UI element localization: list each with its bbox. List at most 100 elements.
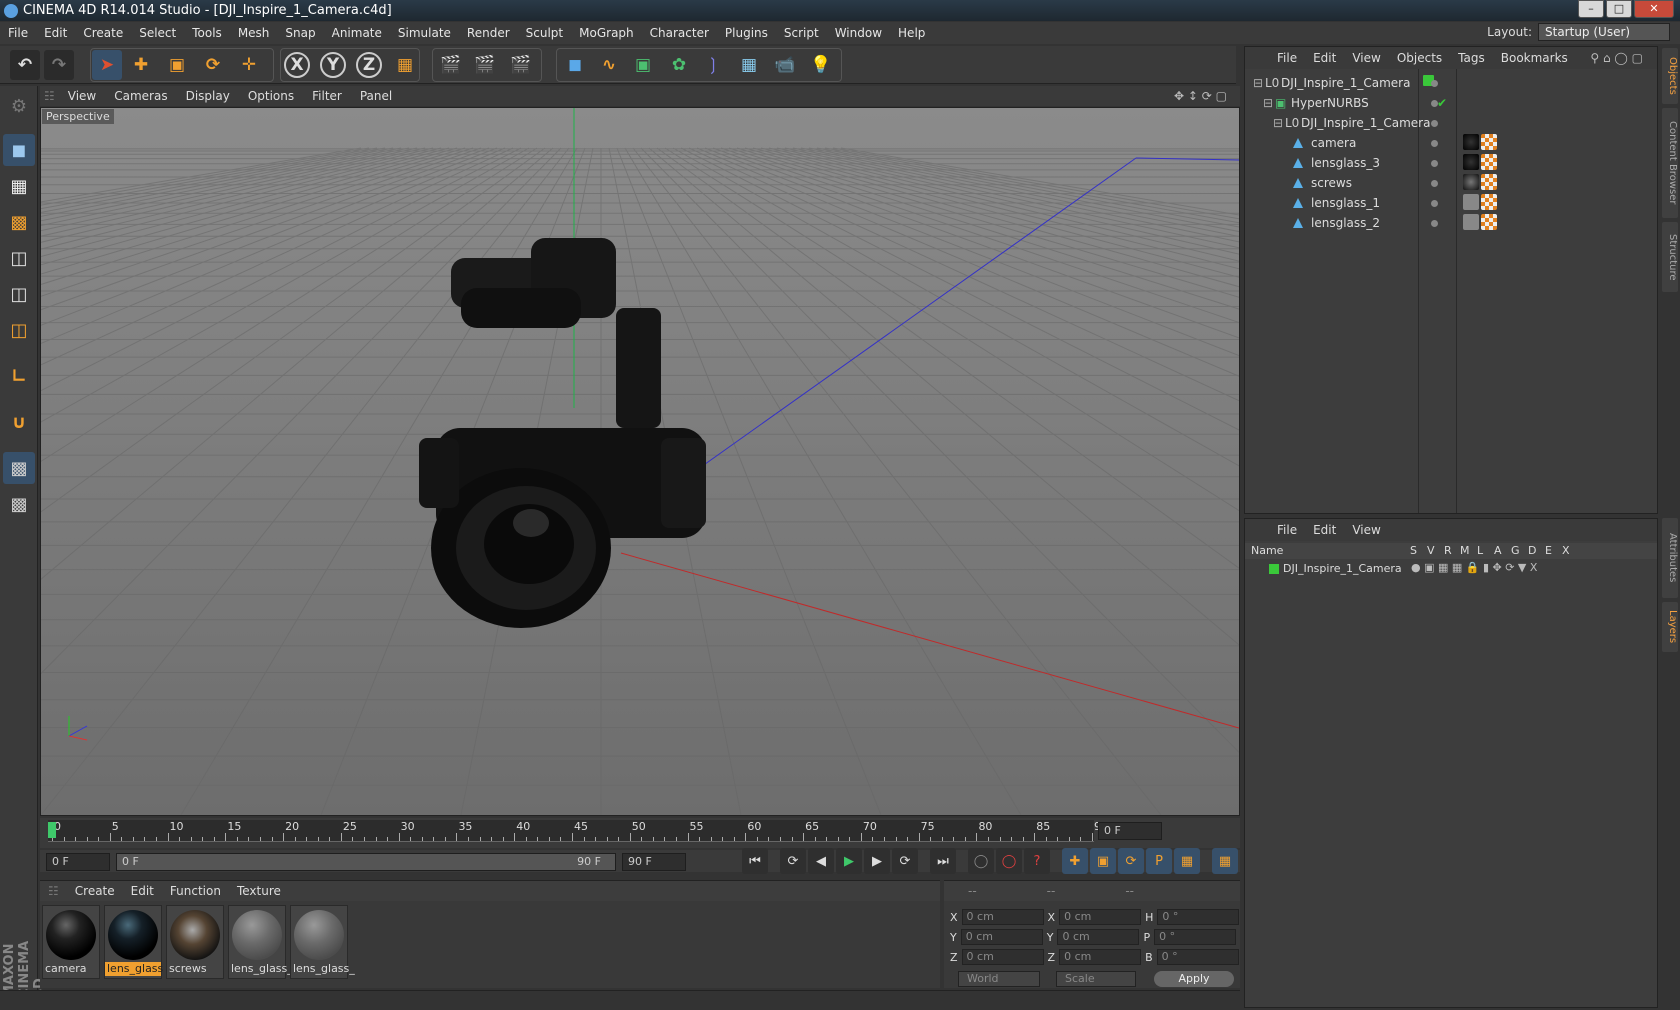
tab-objects[interactable]: Objects xyxy=(1662,48,1678,104)
z-axis-lock-icon[interactable]: Z xyxy=(356,52,382,78)
object-row[interactable]: lensglass_1 xyxy=(1245,193,1657,213)
menu-tools[interactable]: Tools xyxy=(184,26,230,40)
visibility-dot-icon[interactable] xyxy=(1431,200,1438,207)
object-row[interactable]: ⊟ L0 DJI_Inspire_1_Camera xyxy=(1245,113,1657,133)
edges-mode-icon[interactable]: ◫ xyxy=(3,278,35,310)
object-row[interactable]: lensglass_2 xyxy=(1245,213,1657,233)
minimize-button[interactable]: – xyxy=(1578,0,1604,18)
coordinate-system-icon[interactable]: ▦ xyxy=(390,50,420,80)
go-to-start-icon[interactable]: ⏮ xyxy=(742,848,768,874)
coord-mode-dropdown[interactable]: World xyxy=(958,971,1040,987)
menu-edit[interactable]: Edit xyxy=(36,26,75,40)
floor-scene-icon[interactable]: ▦ xyxy=(734,50,764,80)
key-parameter-icon[interactable]: P xyxy=(1146,848,1172,874)
texture-tag[interactable] xyxy=(1481,174,1497,190)
range-slider[interactable]: 0 F 90 F xyxy=(116,853,616,871)
keyframe-selection-icon[interactable]: ? xyxy=(1024,848,1050,874)
menu-sculpt[interactable]: Sculpt xyxy=(518,26,571,40)
expand-icon[interactable]: ⊟ xyxy=(1263,96,1273,110)
play-icon[interactable]: ▶ xyxy=(836,848,862,874)
menu-window[interactable]: Window xyxy=(827,26,890,40)
layer-menu-edit[interactable]: Edit xyxy=(1305,523,1344,537)
deformer-bend-icon[interactable]: ❳ xyxy=(698,50,728,80)
enabled-check-icon[interactable]: ✔ xyxy=(1437,96,1447,110)
live-selection-icon[interactable]: ✛ xyxy=(234,50,264,80)
layer-color-swatch[interactable] xyxy=(1269,564,1279,574)
polygons-mode-icon[interactable]: ◫ xyxy=(3,314,35,346)
menu-character[interactable]: Character xyxy=(642,26,717,40)
layer-flags-icons[interactable]: ● ▣ ▦ ▦ 🔒 ▮ ✥ ⟳ ▼ X xyxy=(1411,561,1537,574)
select-arrow-icon[interactable]: ➤ xyxy=(92,50,122,80)
workplane-mode-icon[interactable]: ▩ xyxy=(3,206,35,238)
vp-menu-options[interactable]: Options xyxy=(239,89,303,103)
scale-icon[interactable]: ▣ xyxy=(162,50,192,80)
object-row[interactable]: screws xyxy=(1245,173,1657,193)
record-keys-icon[interactable]: ◯ xyxy=(968,848,994,874)
maximize-button[interactable]: □ xyxy=(1606,0,1632,18)
size-z-field[interactable]: 0 cm xyxy=(1059,949,1142,965)
current-frame-marker[interactable] xyxy=(48,822,56,838)
layout-dropdown[interactable]: Startup (User) xyxy=(1538,23,1670,41)
next-key-icon[interactable]: ⟳ xyxy=(892,848,918,874)
spline-pen-icon[interactable]: ∿ xyxy=(594,50,624,80)
obj-menu-edit[interactable]: Edit xyxy=(1305,51,1344,65)
obj-menu-file[interactable]: File xyxy=(1269,51,1305,65)
vp-menu-panel[interactable]: Panel xyxy=(351,89,401,103)
apply-button[interactable]: Apply xyxy=(1154,971,1234,987)
material-swatch[interactable]: lens_glass_ xyxy=(290,905,355,979)
position-x-field[interactable]: 0 cm xyxy=(961,909,1044,925)
light-object-icon[interactable]: 💡 xyxy=(806,50,836,80)
size-x-field[interactable]: 0 cm xyxy=(1059,909,1142,925)
menu-mograph[interactable]: MoGraph xyxy=(571,26,642,40)
menu-file[interactable]: File xyxy=(0,26,36,40)
menu-help[interactable]: Help xyxy=(890,26,933,40)
viewport-nav-icons[interactable]: ✥ ↕ ⟳ ▢ xyxy=(1165,89,1236,103)
obj-menu-objects[interactable]: Objects xyxy=(1389,51,1450,65)
material-swatch[interactable]: lens_glass xyxy=(104,905,163,979)
model-mode-icon[interactable]: ◼ xyxy=(3,134,35,166)
points-mode-icon[interactable]: ◫ xyxy=(3,242,35,274)
size-y-field[interactable]: 0 cm xyxy=(1057,929,1140,945)
key-position-icon[interactable]: ✚ xyxy=(1062,848,1088,874)
texture-tag[interactable] xyxy=(1481,214,1497,230)
camera-object-icon[interactable]: 📹 xyxy=(770,50,800,80)
undo-icon[interactable]: ↶ xyxy=(10,50,40,80)
object-row[interactable]: ⊟ ▣ HyperNURBS ✔ xyxy=(1245,93,1657,113)
position-y-field[interactable]: 0 cm xyxy=(960,929,1043,945)
object-row[interactable]: lensglass_3 xyxy=(1245,153,1657,173)
mat-menu-function[interactable]: Function xyxy=(162,884,229,898)
material-tag[interactable] xyxy=(1463,214,1479,230)
material-swatch[interactable]: camera xyxy=(42,905,100,979)
close-button[interactable]: ✕ xyxy=(1634,0,1674,18)
render-picture-viewer-icon[interactable]: 🎬 xyxy=(470,50,500,80)
texture-mode-icon[interactable]: ▦ xyxy=(3,170,35,202)
timeline-window-icon[interactable]: ▦ xyxy=(1212,848,1238,874)
vp-menu-display[interactable]: Display xyxy=(177,89,239,103)
y-axis-lock-icon[interactable]: Y xyxy=(320,52,346,78)
snap-magnet-icon[interactable]: ∪ xyxy=(3,406,35,438)
previous-key-icon[interactable]: ⟳ xyxy=(780,848,806,874)
visibility-dot-icon[interactable] xyxy=(1431,100,1438,107)
tab-structure[interactable]: Structure xyxy=(1662,222,1678,292)
vp-menu-filter[interactable]: Filter xyxy=(303,89,351,103)
subdivision-surface-icon[interactable]: ▣ xyxy=(628,50,658,80)
tab-layers[interactable]: Layers xyxy=(1662,602,1678,652)
layer-menu-file[interactable]: File xyxy=(1269,523,1305,537)
menu-animate[interactable]: Animate xyxy=(324,26,390,40)
move-icon[interactable]: ✚ xyxy=(126,50,156,80)
object-row[interactable]: ⊟ L0 DJI_Inspire_1_Camera xyxy=(1245,73,1657,93)
mat-menu-create[interactable]: Create xyxy=(67,884,123,898)
texture-tag[interactable] xyxy=(1481,134,1497,150)
key-rotation-icon[interactable]: ⟳ xyxy=(1118,848,1144,874)
layer-row[interactable]: DJI_Inspire_1_Camera ● ▣ ▦ ▦ 🔒 ▮ ✥ ⟳ ▼ X xyxy=(1245,560,1657,578)
workplane-lock-icon[interactable]: ▩ xyxy=(3,452,35,484)
menu-simulate[interactable]: Simulate xyxy=(390,26,459,40)
layer-menu-view[interactable]: View xyxy=(1344,523,1388,537)
menu-select[interactable]: Select xyxy=(131,26,184,40)
material-tag[interactable] xyxy=(1463,154,1479,170)
visibility-dot-icon[interactable] xyxy=(1431,80,1438,87)
obj-menu-view[interactable]: View xyxy=(1344,51,1388,65)
redo-icon[interactable]: ↷ xyxy=(44,50,74,80)
texture-tag[interactable] xyxy=(1481,154,1497,170)
texture-tag[interactable] xyxy=(1481,194,1497,210)
